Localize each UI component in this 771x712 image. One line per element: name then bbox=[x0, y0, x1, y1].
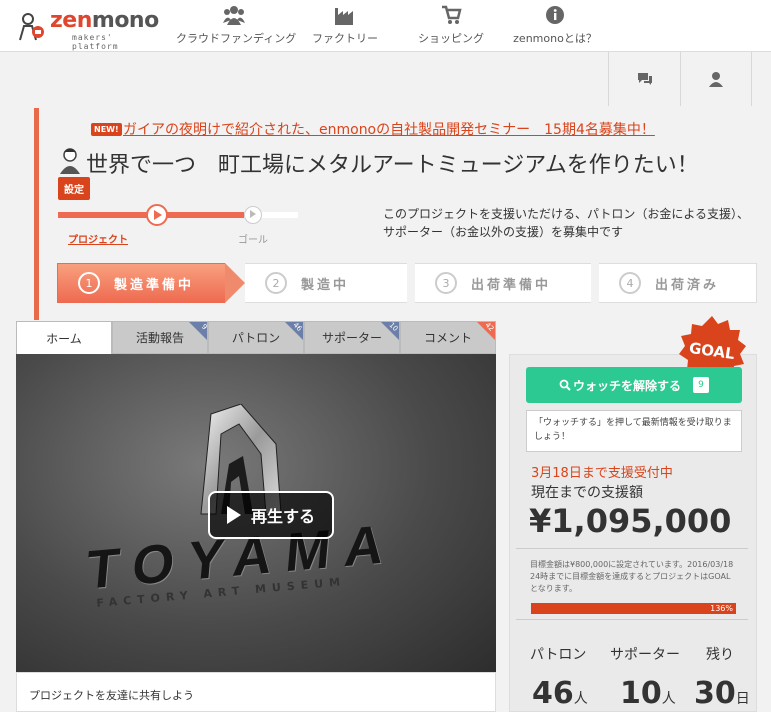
supporters-count: 10人 bbox=[620, 676, 676, 711]
cart-icon bbox=[442, 5, 462, 24]
step-label: 製造準備中 bbox=[114, 277, 195, 293]
tab-supporters[interactable]: サポーター 10 bbox=[304, 321, 400, 354]
unwatch-button[interactable]: ウォッチを解除する bbox=[526, 367, 742, 403]
goal-percent: 136% bbox=[710, 604, 733, 613]
logo-wordmark: zenmono bbox=[50, 8, 159, 33]
project-title: 世界で一つ 町工場にメタルアートミュージアムを作りたい！ bbox=[86, 153, 699, 178]
tab-label: サポーター bbox=[321, 331, 382, 345]
factory-icon bbox=[335, 8, 353, 25]
nav-factory[interactable]: ファクトリー bbox=[308, 4, 382, 48]
funding-stats: パトロン サポーター 残り 46人 10人 30日 bbox=[516, 620, 750, 712]
deadline-text: 3月18日まで支援受付中 bbox=[531, 466, 673, 481]
nav-label: ショッピング bbox=[418, 32, 484, 45]
tab-comments[interactable]: コメント 42 bbox=[400, 321, 496, 354]
new-badge: NEW! bbox=[91, 123, 122, 136]
play-video-button[interactable]: 再生する bbox=[208, 491, 334, 539]
step-number: 4 bbox=[619, 272, 641, 294]
nav-crowdfunding[interactable]: クラウドファンディング bbox=[176, 4, 297, 48]
messages-button[interactable] bbox=[608, 52, 680, 106]
nav-label: クラウドファンディング bbox=[176, 32, 297, 45]
people-icon bbox=[223, 6, 245, 25]
logo-mark-icon bbox=[19, 13, 44, 41]
raised-label: 現在までの支援額 bbox=[531, 485, 643, 501]
share-heading: プロジェクトを友達に共有しよう bbox=[29, 689, 194, 702]
progress-goal-label: ゴール bbox=[238, 235, 268, 246]
play-icon bbox=[226, 506, 241, 524]
goal-progress-bar: 136% bbox=[531, 603, 736, 614]
play-label: 再生する bbox=[250, 507, 315, 526]
step-label: 出荷準備中 bbox=[471, 277, 552, 293]
tab-label: コメント bbox=[423, 331, 472, 345]
days-remaining: 30日 bbox=[694, 676, 750, 711]
top-navigation: zenmono makers' platform クラウドファンディング ファク… bbox=[0, 0, 771, 52]
zenmono-logo[interactable]: zenmono makers' platform bbox=[14, 8, 164, 51]
tab-label: ホーム bbox=[46, 331, 82, 346]
tab-label: パトロン bbox=[231, 331, 281, 345]
watch-label: ウォッチを解除する bbox=[572, 378, 681, 393]
step-label: 製造中 bbox=[301, 277, 350, 293]
progress-current-marker-icon bbox=[146, 204, 168, 226]
tab-home[interactable]: ホーム bbox=[16, 321, 112, 354]
patrons-label: パトロン bbox=[530, 647, 587, 663]
step-shipped: 4 出荷済み bbox=[599, 263, 757, 303]
step-shipping-prep: 3 出荷準備中 bbox=[415, 263, 591, 303]
announcement-link[interactable]: ガイアの夜明けで紹介された、enmonoの自社製品開発セミナー 15期4名募集中… bbox=[123, 119, 655, 139]
step-label: 出荷済み bbox=[655, 277, 720, 293]
goal-description: 目標金額は¥800,000に設定されています。2016/03/18 24時までに… bbox=[530, 560, 734, 593]
tab-patrons[interactable]: パトロン 46 bbox=[208, 321, 304, 354]
step-manufacturing: 2 製造中 bbox=[245, 263, 407, 303]
settings-button[interactable]: 設定 bbox=[58, 177, 90, 200]
watch-count: 9 bbox=[693, 377, 709, 393]
logo-tagline: makers' platform bbox=[72, 33, 119, 51]
user-button[interactable] bbox=[680, 52, 752, 106]
nav-label: ファクトリー bbox=[312, 32, 378, 45]
owner-avatar-icon[interactable] bbox=[58, 146, 82, 174]
nav-label: zenmonoとは？ bbox=[513, 32, 597, 45]
progress-goal-marker-icon bbox=[244, 206, 262, 224]
header-actions bbox=[608, 52, 758, 106]
tab-activity-reports[interactable]: 活動報告 9 bbox=[112, 321, 208, 354]
info-icon bbox=[546, 6, 564, 24]
production-steps: 1 製造準備中 2 製造中 3 出荷準備中 4 出荷済み bbox=[57, 263, 757, 303]
nav-shopping[interactable]: ショッピング bbox=[415, 4, 487, 48]
search-icon bbox=[559, 379, 571, 391]
progress-project-link[interactable]: プロジェクト bbox=[68, 231, 128, 246]
nav-about[interactable]: zenmonoとは？ bbox=[512, 4, 598, 48]
project-progress-track bbox=[58, 204, 298, 226]
watch-tooltip: 「ウォッチする」を押して最新情報を受け取りましょう！ bbox=[526, 410, 742, 452]
support-description: このプロジェクトを支援いただける、パトロン（お金による支援）、サポーター（お金以… bbox=[383, 207, 750, 239]
project-video[interactable]: TOYAMA FACTORY ART MUSEUM 再生する bbox=[16, 354, 496, 672]
share-section: プロジェクトを友達に共有しよう bbox=[16, 672, 496, 712]
step-arrow-icon bbox=[225, 263, 245, 303]
project-accent-bar bbox=[34, 108, 39, 320]
step-number: 3 bbox=[435, 272, 457, 294]
tab-label: 活動報告 bbox=[135, 331, 184, 345]
supporters-label: サポーター bbox=[610, 647, 680, 663]
step-number: 1 bbox=[78, 272, 100, 294]
user-icon bbox=[709, 72, 723, 87]
step-preparing: 1 製造準備中 bbox=[57, 263, 225, 303]
chat-icon bbox=[637, 73, 652, 85]
remaining-label: 残り bbox=[706, 647, 734, 663]
raised-amount: ¥1,095,000 bbox=[529, 502, 732, 540]
patrons-count: 46人 bbox=[532, 676, 588, 711]
step-number: 2 bbox=[265, 272, 287, 294]
project-tabs: ホーム 活動報告 9 パトロン 46 サポーター 10 コメント 42 bbox=[16, 321, 496, 354]
